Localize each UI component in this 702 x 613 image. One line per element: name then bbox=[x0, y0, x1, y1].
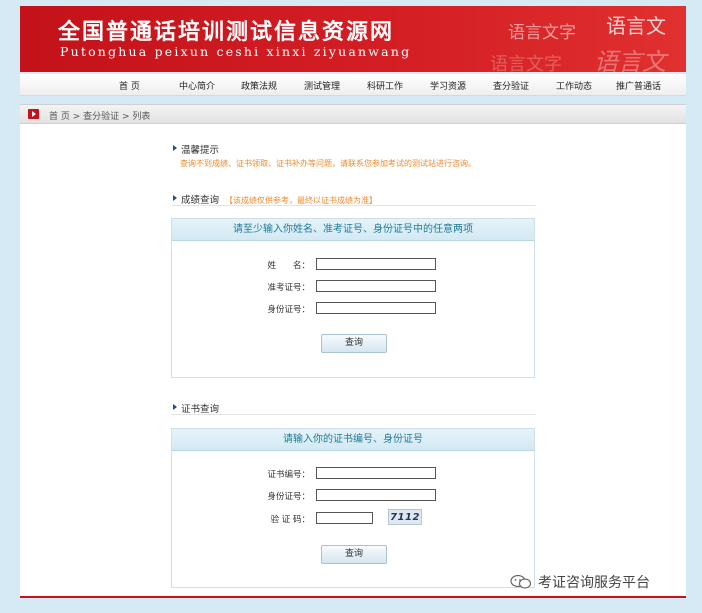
notice-text: 查询不到成绩、证书领取、证书补办等问题，请联系您参加考试的测试站进行咨询。 bbox=[180, 159, 476, 168]
admission-number-input[interactable] bbox=[316, 280, 436, 292]
cert-query-panel: 请输入你的证书编号、身份证号 证书编号： 身份证号： 验 证 码： 7112 查… bbox=[171, 428, 535, 588]
cert-query-title: 证书查询 bbox=[181, 404, 220, 415]
captcha-image[interactable]: 7112 bbox=[388, 509, 422, 525]
score-query-panel-title: 请至少输入你姓名、准考证号、身份证号中的任意两项 bbox=[172, 219, 534, 241]
watermark-text: 考证咨询服务平台 bbox=[538, 575, 650, 591]
wechat-icon bbox=[510, 575, 532, 589]
notice-title: 温馨提示 bbox=[181, 145, 220, 156]
id-number-label: 身份证号： bbox=[267, 305, 310, 315]
arrow-right-icon bbox=[173, 195, 177, 201]
notice-heading: 温馨提示 bbox=[172, 142, 536, 156]
nav-item-score-verify[interactable]: 查分验证 bbox=[493, 79, 529, 92]
nav-item-policies[interactable]: 政策法规 bbox=[241, 79, 277, 92]
main-navigation: 首 页 中心简介 政策法规 测试管理 科研工作 学习资源 查分验证 工作动态 推… bbox=[20, 74, 686, 96]
breadcrumb-separator: > bbox=[69, 112, 84, 122]
nav-item-about[interactable]: 中心简介 bbox=[179, 79, 215, 92]
nav-item-research[interactable]: 科研工作 bbox=[367, 79, 403, 92]
cert-query-heading: 证书查询 bbox=[172, 401, 536, 415]
breadcrumb-bar: 首 页 > 查分验证 > 列表 bbox=[20, 104, 686, 124]
banner-decoration: 语言文 bbox=[594, 48, 666, 72]
captcha-label: 验 证 码： bbox=[270, 515, 310, 525]
score-query-panel: 请至少输入你姓名、准考证号、身份证号中的任意两项 姓 名： 准考证号： 身份证号… bbox=[171, 218, 535, 378]
breadcrumb: 首 页 > 查分验证 > 列表 bbox=[49, 109, 150, 122]
cert-number-input[interactable] bbox=[316, 467, 436, 479]
id-number-row: 身份证号： bbox=[172, 302, 534, 315]
breadcrumb-separator: > bbox=[119, 112, 133, 122]
play-arrow-icon bbox=[28, 109, 39, 119]
score-query-button[interactable]: 查询 bbox=[321, 334, 387, 353]
score-query-title: 成绩查询 bbox=[181, 195, 220, 206]
nav-item-promote[interactable]: 推广普通话 bbox=[616, 79, 661, 92]
id-number-input[interactable] bbox=[316, 302, 436, 314]
breadcrumb-score-verify[interactable]: 查分验证 bbox=[83, 112, 119, 122]
footer-divider bbox=[20, 596, 686, 598]
cert-id-number-row: 身份证号： bbox=[172, 489, 534, 502]
nav-item-test-management[interactable]: 测试管理 bbox=[304, 79, 340, 92]
cert-query-button[interactable]: 查询 bbox=[321, 545, 387, 564]
admission-number-label: 准考证号： bbox=[267, 283, 310, 293]
score-query-heading: 成绩查询 【该成绩仅供参考，最终以证书成绩为准】 bbox=[172, 192, 536, 206]
banner-decoration: 语言文 bbox=[606, 14, 666, 38]
arrow-right-icon bbox=[173, 145, 177, 151]
watermark: 考证咨询服务平台 bbox=[510, 572, 650, 592]
site-subtitle: Putonghua peixun ceshi xinxi ziyuanwang bbox=[60, 44, 412, 59]
nav-item-learning[interactable]: 学习资源 bbox=[430, 79, 466, 92]
admission-number-row: 准考证号： bbox=[172, 280, 534, 293]
cert-number-row: 证书编号： bbox=[172, 467, 534, 480]
nav-item-home[interactable]: 首 页 bbox=[119, 79, 140, 92]
cert-query-panel-title: 请输入你的证书编号、身份证号 bbox=[172, 429, 534, 451]
captcha-input[interactable] bbox=[316, 512, 373, 524]
breadcrumb-current: 列表 bbox=[132, 112, 151, 122]
breadcrumb-home[interactable]: 首 页 bbox=[49, 112, 70, 122]
cert-number-label: 证书编号： bbox=[267, 470, 310, 480]
banner-decoration: 语言文字 bbox=[490, 54, 562, 72]
name-label: 姓 名： bbox=[267, 261, 310, 271]
score-query-note: 【该成绩仅供参考，最终以证书成绩为准】 bbox=[225, 196, 378, 205]
arrow-right-icon bbox=[173, 404, 177, 410]
cert-id-number-label: 身份证号： bbox=[267, 492, 310, 502]
nav-item-news[interactable]: 工作动态 bbox=[556, 79, 592, 92]
captcha-row: 验 证 码： 7112 bbox=[172, 509, 534, 525]
site-title: 全国普通话培训测试信息资源网 bbox=[58, 20, 395, 45]
banner-decoration: 语言文字 bbox=[508, 23, 576, 43]
name-row: 姓 名： bbox=[172, 258, 534, 271]
site-banner: 语言文字 语言文 语言文字 语言文 全国普通话培训测试信息资源网 Putongh… bbox=[20, 6, 686, 72]
name-input[interactable] bbox=[316, 258, 436, 270]
cert-id-number-input[interactable] bbox=[316, 489, 436, 501]
